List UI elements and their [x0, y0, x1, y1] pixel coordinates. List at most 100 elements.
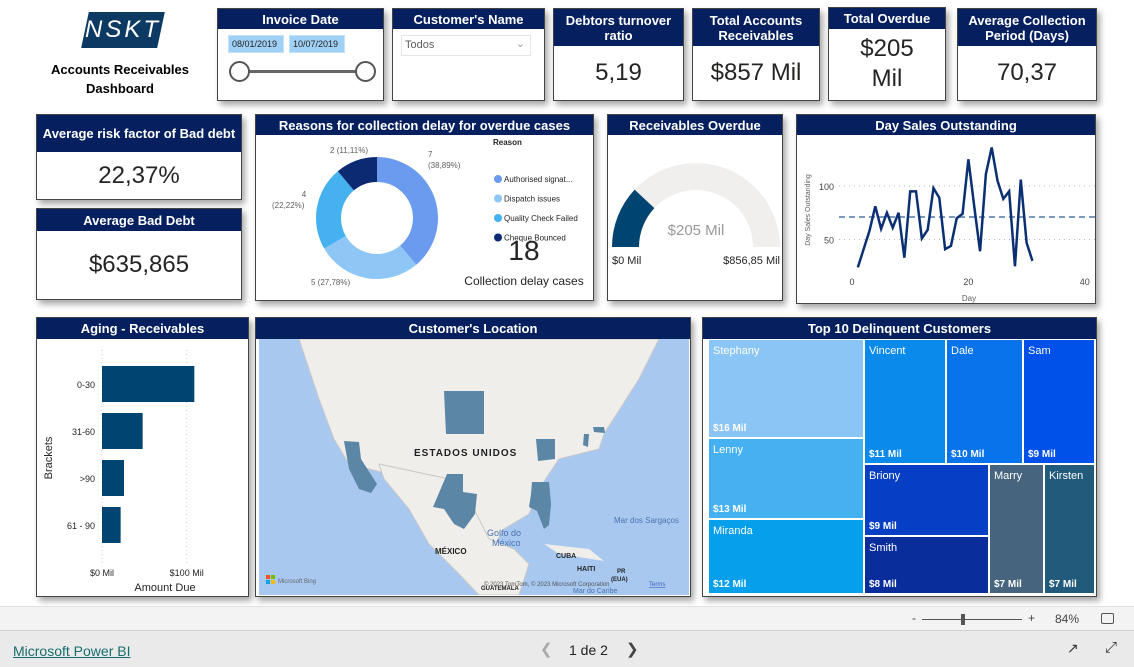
treemap-tile[interactable]: Smith $8 Mil: [864, 536, 989, 594]
map-terms-link[interactable]: Terms: [649, 582, 665, 588]
kpi-value: $635,865: [88, 251, 190, 278]
label-mexico: MÉXICO: [435, 547, 467, 556]
kpi-title: Total Overdue: [829, 8, 945, 29]
donut-slice[interactable]: [324, 236, 417, 279]
aging-bar[interactable]: [102, 460, 125, 496]
zoom-out-button[interactable]: -: [912, 611, 916, 625]
tile-name: Miranda: [713, 525, 753, 537]
slicer-title: Customer's Name: [393, 9, 544, 29]
y-tick: 100: [819, 182, 834, 192]
tile-value: $8 Mil: [869, 579, 897, 590]
y-axis-title: Day Sales Outstanding: [805, 174, 812, 246]
tile-name: Smith: [869, 542, 898, 554]
category-label: 0-30: [77, 380, 95, 390]
power-bi-link[interactable]: Microsoft Power BI: [13, 643, 130, 659]
y-tick: 50: [824, 236, 834, 246]
map-copyright: © 2023 TomTom, © 2023 Microsoft Corporat…: [484, 581, 609, 588]
x-tick: $100 Mil: [170, 568, 204, 578]
kpi-debtors-turnover: Debtors turnover ratio 5,19: [553, 8, 684, 101]
bar-chart: 0-30 31-60 >90 61 - 90 $0 Mil $100 Mil Amount …: [43, 350, 204, 594]
zoom-in-button[interactable]: +: [1028, 611, 1035, 625]
slider-start-handle[interactable]: [229, 61, 250, 82]
kpi-title: Average Bad Debt: [37, 209, 241, 231]
share-icon[interactable]: ↗: [1067, 640, 1079, 657]
tile-value: $10 Mil: [951, 449, 985, 460]
legend-marker: [494, 194, 502, 203]
fullscreen-icon[interactable]: ⤢: [1105, 639, 1117, 656]
page-indicator: 1 de 2: [569, 642, 608, 658]
line-chart: 50 100 0 20 40 Day Day Sales Outstanding: [805, 147, 1095, 303]
dso-series-line[interactable]: [856, 147, 1034, 268]
chart-title: Reasons for collection delay for overdue…: [256, 115, 593, 135]
next-page-button[interactable]: ❯: [626, 640, 639, 658]
kpi-title: Total Accounts Receivables: [693, 9, 819, 46]
kpi-title: Debtors turnover ratio: [554, 9, 683, 46]
state-north-dakota: [444, 391, 484, 434]
gauge-min: $0 Mil: [612, 255, 641, 267]
label-gulf: Golfo do: [487, 528, 521, 538]
kpi-total-overdue: Total Overdue $205 Mil: [828, 7, 946, 101]
collection-delay-donut-card: Reasons for collection delay for overdue…: [255, 114, 594, 301]
invoice-date-slicer: Invoice Date 08/01/2019 10/07/2019: [217, 8, 384, 101]
slice-label: 4: [302, 190, 307, 199]
legend-item[interactable]: Quality Check Failed: [504, 214, 578, 223]
customer-name-slicer: Customer's Name Todos ⌄: [392, 8, 545, 101]
legend-item[interactable]: Dispatch issues: [504, 195, 560, 204]
map[interactable]: ESTADOS UNIDOS MÉXICO Golfo do México CU…: [259, 339, 689, 595]
tile-name: Vincent: [869, 345, 906, 357]
x-axis-title: Day: [962, 294, 976, 303]
treemap-tile[interactable]: Miranda $12 Mil: [708, 519, 864, 594]
aging-bar[interactable]: [102, 507, 121, 543]
fit-to-page-icon[interactable]: [1101, 613, 1114, 624]
label-usa: ESTADOS UNIDOS: [414, 448, 517, 459]
chart-title: Customer's Location: [256, 318, 690, 339]
prev-page-button[interactable]: ❮: [540, 640, 553, 658]
treemap-tile[interactable]: Vincent $11 Mil: [864, 339, 946, 464]
gauge-value: $205 Mil: [668, 222, 725, 239]
slice-label: 2 (11,11%): [330, 146, 368, 155]
kpi-value: $205 Mil: [860, 35, 914, 92]
x-axis-title: Amount Due: [134, 582, 195, 594]
customer-dropdown[interactable]: Todos ⌄: [401, 35, 531, 56]
state-new-jersey: [583, 434, 589, 447]
y-axis-title: Brackets: [43, 436, 55, 479]
kpi-avg-bad-debt: Average Bad Debt $635,865: [36, 208, 242, 300]
chevron-down-icon: ⌄: [515, 38, 525, 50]
tile-value: $7 Mil: [994, 579, 1022, 590]
label-pr-2: (EUA): [611, 577, 628, 583]
dashboard-title: Accounts Receivables Dashboard: [50, 62, 189, 96]
treemap-tile[interactable]: Briony $9 Mil: [864, 464, 989, 536]
legend-marker: [494, 214, 502, 222]
slice-pct: (22,22%): [272, 201, 305, 210]
treemap-tile[interactable]: Marry $7 Mil: [989, 464, 1044, 594]
label-sargasso: Mar dos Sargaços: [614, 516, 679, 525]
tile-name: Briony: [869, 470, 901, 482]
kpi-avg-risk: Average risk factor of Bad debt 22,37%: [36, 114, 242, 200]
legend-item[interactable]: Authorised signat...: [504, 175, 572, 184]
receivables-overdue-gauge-card: Receivables Overdue $205 Mil $0 Mil $856,8…: [607, 114, 783, 301]
kpi-avg-collection: Average Collection Period (Days) 70,37: [957, 8, 1097, 101]
treemap-tile[interactable]: Kirsten $7 Mil: [1044, 464, 1095, 594]
zoom-slider-track[interactable]: [922, 619, 1022, 620]
treemap-tile[interactable]: Sam $9 Mil: [1023, 339, 1095, 464]
tile-name: Stephany: [713, 345, 760, 357]
start-date-input[interactable]: 08/01/2019: [228, 35, 284, 53]
treemap-tile[interactable]: Stephany $16 Mil: [708, 339, 864, 438]
label-gulf-2: México: [492, 538, 521, 548]
slider-track: [238, 70, 366, 73]
slider-end-handle[interactable]: [355, 61, 376, 82]
tile-name: Lenny: [713, 444, 743, 456]
x-tick: 40: [1080, 277, 1090, 287]
end-date-input[interactable]: 10/07/2019: [289, 35, 345, 53]
label-haiti: HAITI: [577, 566, 595, 573]
kpi-value: 70,37: [996, 59, 1058, 86]
zoom-slider-handle[interactable]: [961, 614, 965, 625]
top-delinquent-treemap-card: Top 10 Delinquent Customers Stephany $16 …: [702, 317, 1097, 597]
treemap-tile[interactable]: Lenny $13 Mil: [708, 438, 864, 519]
legend-marker: [494, 233, 502, 242]
donut-slice[interactable]: [377, 157, 438, 265]
treemap: Stephany $16 Mil Lenny $13 Mil Miranda $12 Mi…: [703, 318, 1096, 596]
aging-bar[interactable]: [102, 366, 195, 402]
aging-bar[interactable]: [102, 413, 143, 449]
treemap-tile[interactable]: Dale $10 Mil: [946, 339, 1023, 464]
